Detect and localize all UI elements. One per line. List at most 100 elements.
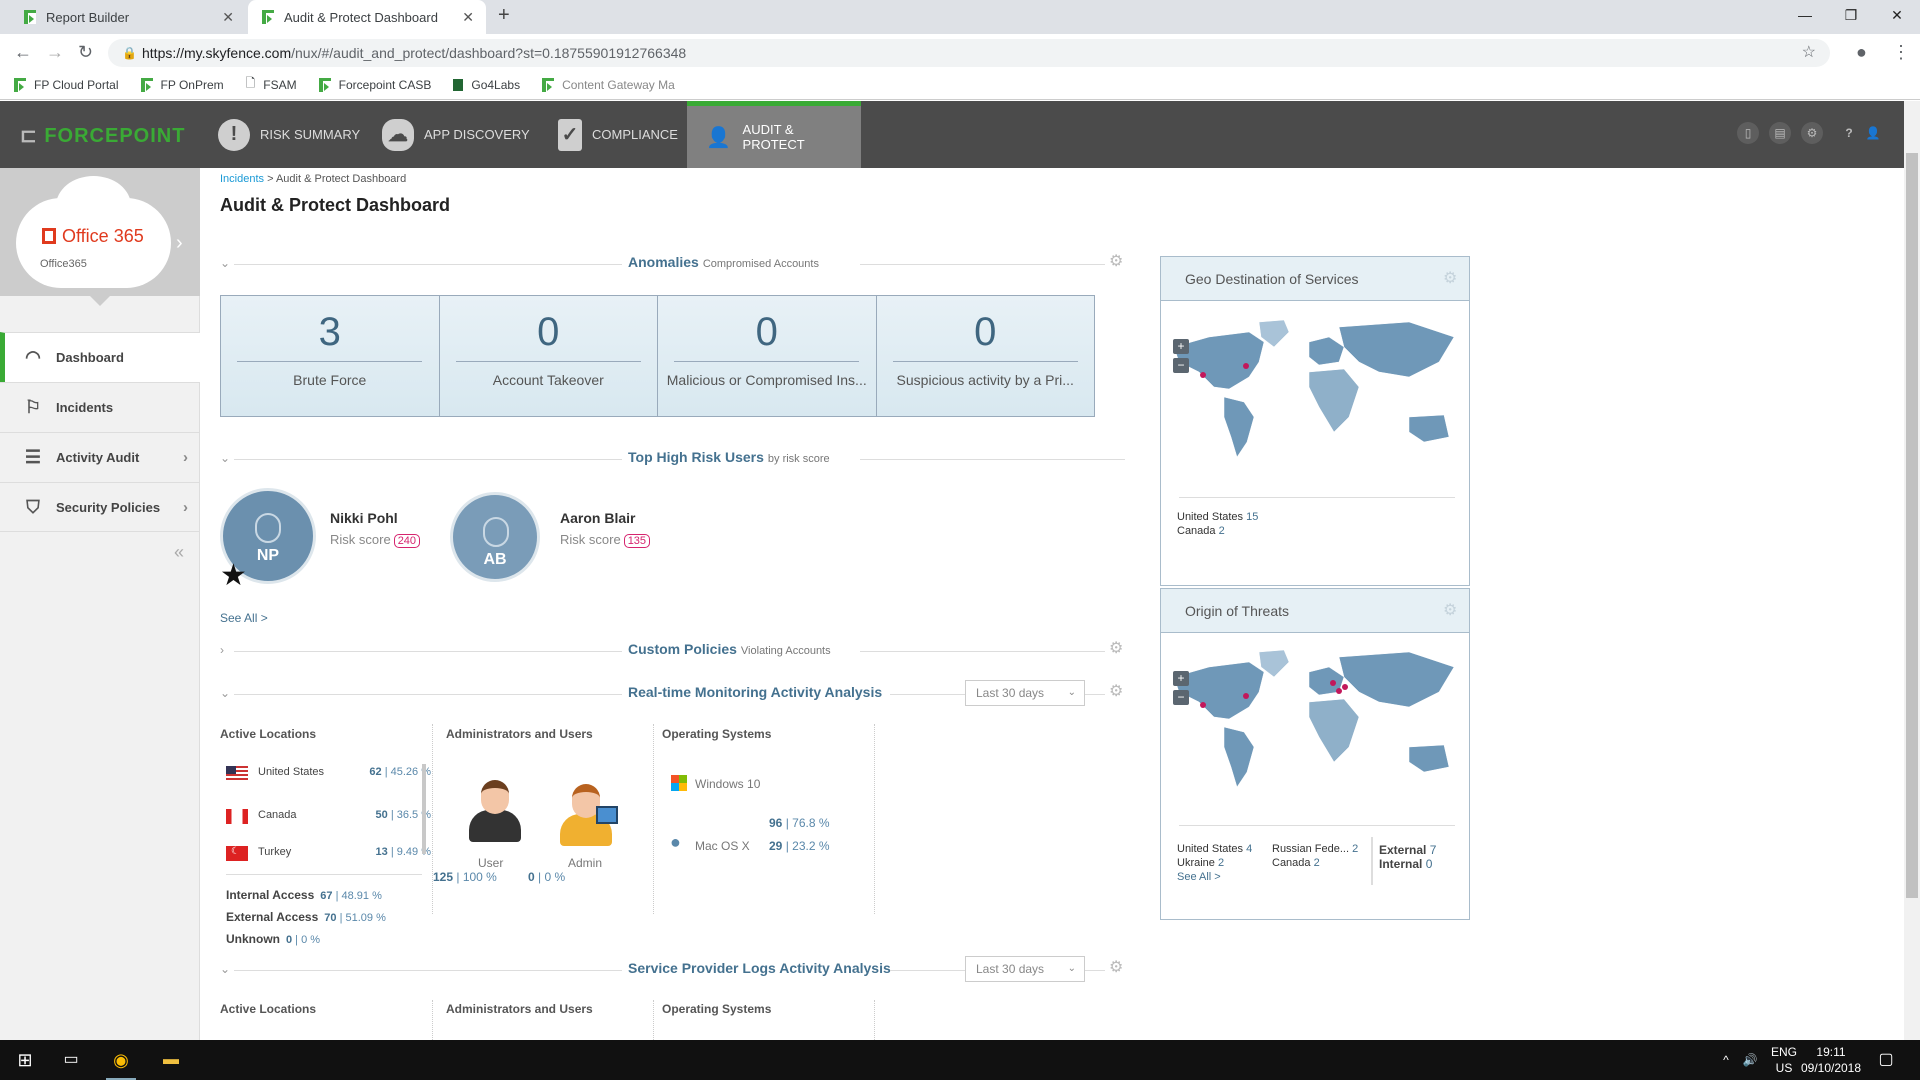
collapse-chevron-icon[interactable]: ⌄: [220, 256, 230, 270]
back-icon[interactable]: ←: [14, 42, 32, 63]
minimize-button[interactable]: —: [1782, 0, 1828, 30]
gear-icon[interactable]: ⚙: [1109, 960, 1125, 976]
realtime-range-dropdown[interactable]: Last 30 days ⌄: [965, 680, 1085, 706]
bookmark-star-icon[interactable]: ☆: [1802, 39, 1816, 67]
anomaly-card-malicious-insider[interactable]: 0 Malicious or Compromised Ins...: [658, 296, 877, 416]
new-tab-button[interactable]: +: [498, 4, 510, 27]
threat-point[interactable]: [1342, 684, 1348, 690]
user-name[interactable]: Nikki Pohl: [330, 510, 398, 526]
forcepoint-logo[interactable]: ⊏ FORCEPOINT: [20, 123, 185, 148]
bookmark-forcepoint-casb[interactable]: Forcepoint CASB: [318, 77, 431, 92]
gear-icon[interactable]: ⚙: [1109, 684, 1125, 700]
expand-chevron-icon[interactable]: ›: [220, 643, 224, 657]
user-icon[interactable]: 👤: [1862, 122, 1884, 144]
risk-user-card[interactable]: NP ★ Nikki Pohl Risk score 240: [220, 488, 460, 592]
forward-icon[interactable]: →: [46, 42, 64, 63]
anomaly-card-brute-force[interactable]: 3 Brute Force: [221, 296, 440, 416]
nav-app-discovery[interactable]: ☁ APP DISCOVERY: [364, 101, 548, 168]
language-indicator[interactable]: ENG US: [1766, 1040, 1802, 1080]
sp-logs-range-dropdown[interactable]: Last 30 days ⌄: [965, 956, 1085, 982]
active-locations-heading: Active Locations: [220, 727, 317, 741]
location-row[interactable]: United States 62 | 45.26 %: [226, 766, 431, 796]
os-label: Mac OS X: [695, 839, 750, 853]
gear-icon[interactable]: ⚙: [1801, 122, 1823, 144]
collapse-sidebar-icon[interactable]: «: [174, 542, 184, 563]
volume-icon[interactable]: 🔊: [1740, 1040, 1760, 1080]
page-scrollbar[interactable]: [1904, 101, 1920, 1040]
sidebar-item-activity-audit[interactable]: ☰ Activity Audit ›: [0, 432, 200, 482]
tenant-cloud: Office 365 Office365: [16, 176, 171, 288]
zoom-in-button[interactable]: +: [1173, 339, 1189, 354]
notifications-icon[interactable]: ▢: [1876, 1040, 1896, 1080]
bookmark-content-gateway[interactable]: Content Gateway Ma: [542, 77, 675, 92]
anomaly-card-account-takeover[interactable]: 0 Account Takeover: [440, 296, 658, 416]
zoom-out-button[interactable]: −: [1173, 358, 1189, 373]
bookmark-fsam[interactable]: 🗋 FSAM: [246, 74, 297, 95]
anomaly-card-suspicious-privileged[interactable]: 0 Suspicious activity by a Pri...: [877, 296, 1095, 416]
world-map[interactable]: [1169, 647, 1465, 807]
address-bar-row: ← → ↻ 🔒 https://my.skyfence.com/nux/#/au…: [0, 34, 1920, 70]
zoom-out-button[interactable]: −: [1173, 690, 1189, 705]
gear-icon[interactable]: ⚙: [1109, 641, 1125, 657]
reload-icon[interactable]: ↻: [78, 42, 93, 63]
date: 09/10/2018: [1800, 1061, 1862, 1075]
tab-audit-protect[interactable]: Audit & Protect Dashboard ✕: [248, 0, 486, 34]
clock[interactable]: 19:11 09/10/2018: [1800, 1040, 1862, 1080]
tab-report-builder[interactable]: Report Builder ✕: [10, 0, 246, 34]
tenant-logo-text: Office 365: [62, 226, 144, 246]
world-map[interactable]: [1169, 317, 1465, 477]
chevron-right-icon[interactable]: ›: [176, 232, 183, 255]
close-tab-icon[interactable]: ✕: [222, 9, 234, 26]
legend-country: United States: [1177, 843, 1244, 855]
bookmark-fp-cloud-portal[interactable]: FP Cloud Portal: [14, 77, 119, 92]
see-all-threats-link[interactable]: See All >: [1177, 871, 1221, 883]
chrome-icon[interactable]: ◉: [106, 1040, 136, 1080]
sidebar-item-security-policies[interactable]: ⛉ Security Policies ›: [0, 482, 200, 532]
nav-audit-protect[interactable]: 👤 AUDIT & PROTECT: [687, 101, 861, 168]
see-all-users-link[interactable]: See All >: [220, 611, 268, 625]
profile-icon[interactable]: ●: [1856, 42, 1867, 63]
url-input[interactable]: 🔒 https://my.skyfence.com/nux/#/audit_an…: [108, 39, 1830, 67]
legend-item: United States 4: [1177, 843, 1252, 855]
threat-point[interactable]: [1330, 680, 1336, 686]
windows-start-icon[interactable]: ⊞: [10, 1040, 40, 1080]
gear-icon[interactable]: ⚙: [1443, 603, 1459, 619]
threat-point[interactable]: [1243, 693, 1249, 699]
collapse-chevron-icon[interactable]: ⌄: [220, 962, 230, 976]
gear-icon[interactable]: ⚙: [1109, 254, 1125, 270]
breadcrumb-incidents-link[interactable]: Incidents: [220, 173, 264, 185]
breadcrumb: Incidents > Audit & Protect Dashboard: [220, 173, 407, 185]
collapse-chevron-icon[interactable]: ⌄: [220, 451, 230, 465]
tenant-selector[interactable]: Office 365 Office365 ›: [0, 168, 200, 306]
bookmark-go4labs[interactable]: Go4Labs: [453, 78, 520, 92]
tray-chevron-icon[interactable]: ^: [1718, 1040, 1734, 1080]
sidebar-item-dashboard[interactable]: ◠ Dashboard: [0, 332, 200, 382]
gear-icon[interactable]: ⚙: [1443, 271, 1459, 287]
threat-point[interactable]: [1200, 372, 1206, 378]
locations-scrollbar[interactable]: [422, 764, 426, 854]
close-tab-icon[interactable]: ✕: [462, 9, 474, 26]
restore-button[interactable]: ❐: [1828, 0, 1874, 30]
user-name[interactable]: Aaron Blair: [560, 510, 635, 526]
nav-compliance[interactable]: ✓ COMPLIANCE: [540, 101, 696, 168]
sidebar-item-incidents[interactable]: ⚐ Incidents: [0, 382, 200, 432]
close-window-button[interactable]: ✕: [1874, 0, 1920, 30]
task-view-icon[interactable]: ▭: [56, 1040, 86, 1080]
external-threats: External 7: [1379, 843, 1436, 857]
threat-point[interactable]: [1336, 688, 1342, 694]
threat-point[interactable]: [1200, 702, 1206, 708]
nav-risk-summary[interactable]: ! RISK SUMMARY: [200, 101, 378, 168]
file-explorer-icon[interactable]: ▬: [156, 1040, 186, 1080]
forcepoint-favicon-icon: [24, 10, 36, 24]
nav-label: AUDIT & PROTECT: [742, 122, 805, 152]
zoom-in-button[interactable]: +: [1173, 671, 1189, 686]
bookmark-fp-onprem[interactable]: FP OnPrem: [140, 77, 224, 92]
tablet-icon[interactable]: ▯: [1737, 122, 1759, 144]
risk-user-card[interactable]: AB Aaron Blair Risk score 135: [450, 492, 690, 592]
threat-point[interactable]: [1243, 363, 1249, 369]
collapse-chevron-icon[interactable]: ⌄: [220, 686, 230, 700]
help-icon[interactable]: ?: [1838, 122, 1860, 144]
scrollbar-thumb[interactable]: [1906, 153, 1918, 898]
document-icon[interactable]: ▤: [1769, 122, 1791, 144]
menu-icon[interactable]: ⋮: [1892, 42, 1910, 63]
